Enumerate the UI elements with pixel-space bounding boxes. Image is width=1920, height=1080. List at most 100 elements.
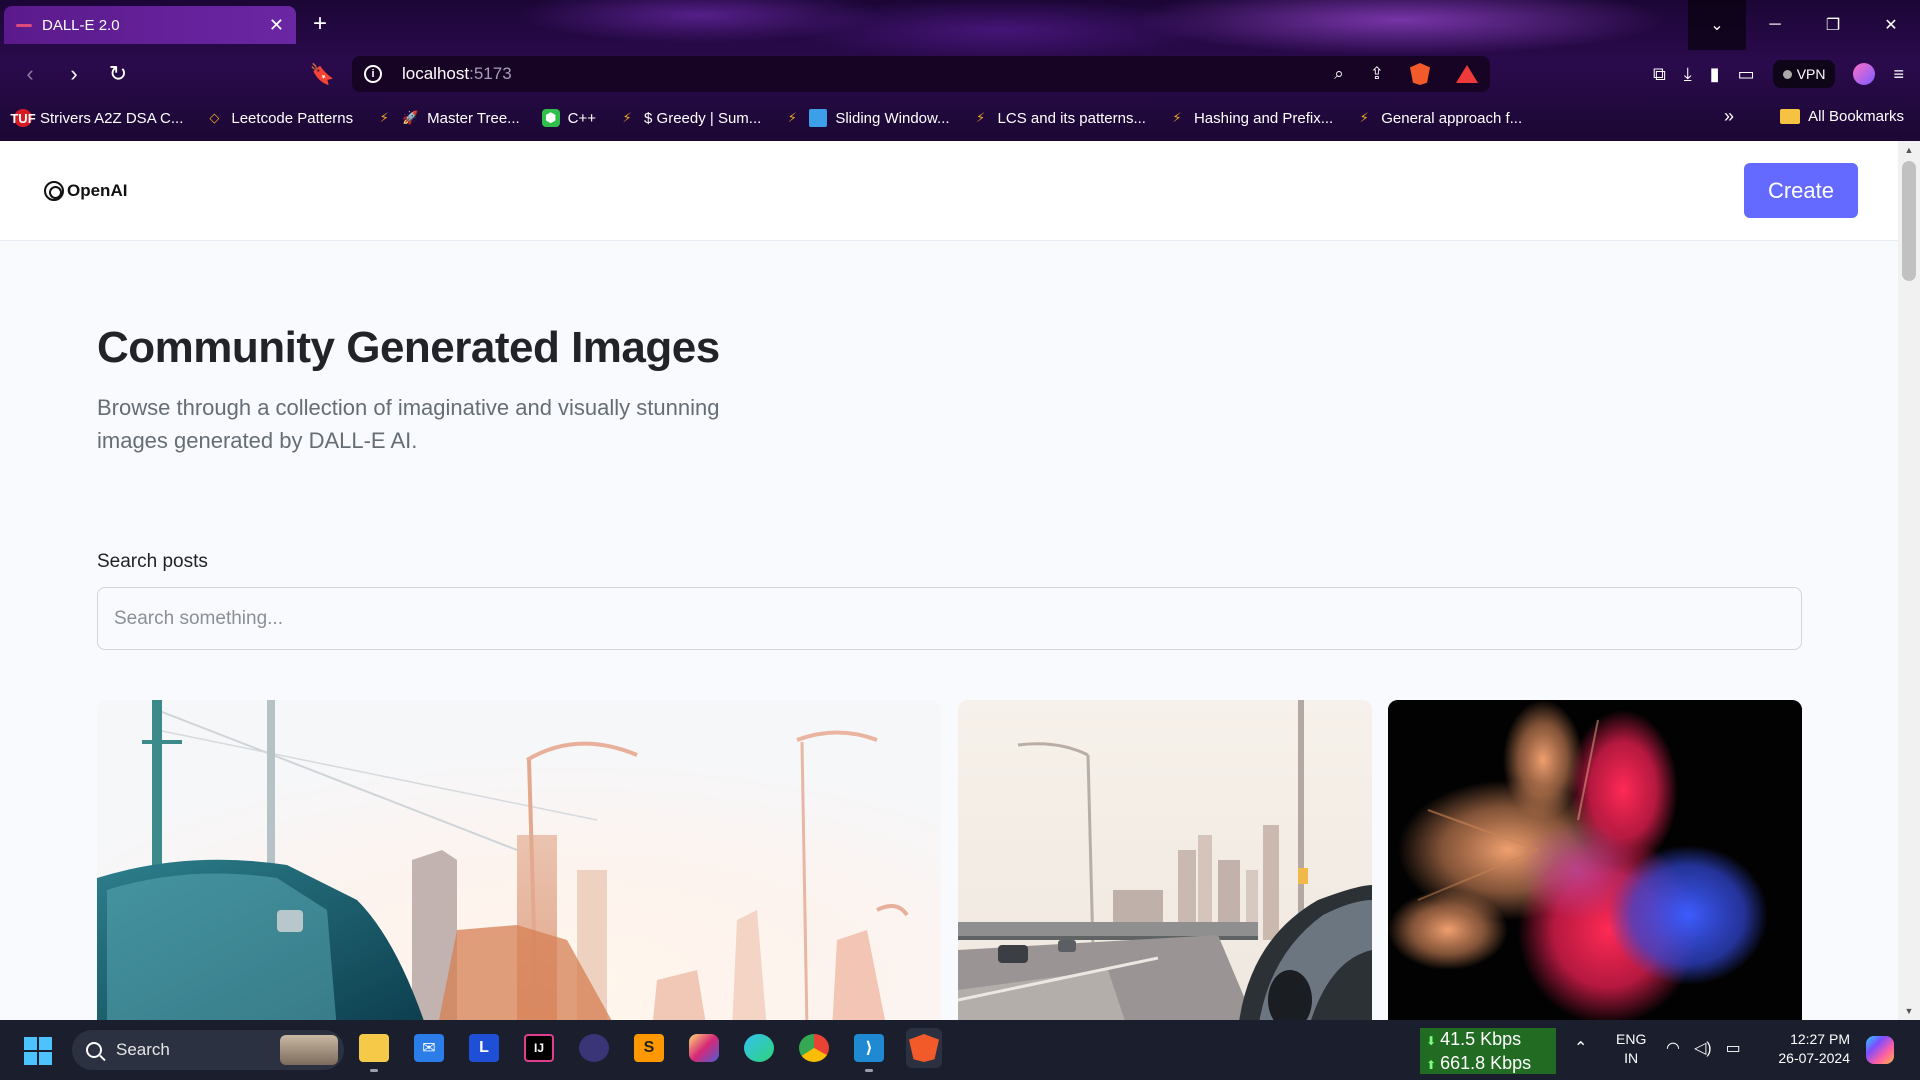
url-host: localhost [402,64,470,83]
mail-icon[interactable]: ✉ [411,1028,447,1068]
search-highlight-image [280,1035,338,1065]
chrome-icon[interactable] [796,1028,832,1068]
site-icon: ⚡ [622,110,632,125]
more-bookmarks-icon[interactable]: » [1724,106,1734,127]
reload-icon[interactable]: ↻ [96,56,140,92]
scroll-thumb[interactable] [1902,161,1916,281]
clock[interactable]: 12:27 PM 26-07-2024 [1766,1030,1850,1068]
page-subtitle: Browse through a collection of imaginati… [97,395,720,453]
folder-icon [1780,109,1801,124]
vpn-label: VPN [1796,66,1826,82]
back-icon[interactable]: ‹ [8,56,52,92]
site-icon: ⚡ [1359,110,1369,125]
window-icon [809,109,828,127]
menu-icon[interactable]: ≡ [1893,64,1904,85]
windows-start-icon[interactable] [24,1037,52,1065]
sublime-icon[interactable]: S [631,1028,667,1068]
brave-browser-icon[interactable] [906,1028,942,1068]
tuf-icon: TUF [10,109,36,127]
extensions-icon[interactable]: ⧉ [1653,64,1666,85]
bookmark-label: Hashing and Prefix... [1193,109,1334,127]
lang-bottom: IN [1624,1050,1639,1066]
all-bookmarks-button[interactable]: All Bookmarks [1780,108,1904,125]
edge-icon[interactable] [741,1028,777,1068]
tab-search-chevron-icon[interactable]: ⌄ [1688,0,1746,50]
address-bar[interactable]: i localhost:5173 ⌕ ⇪ [352,56,1490,92]
wallet-icon[interactable]: ▭ [1738,64,1755,85]
eclipse-icon[interactable] [576,1028,612,1068]
profile-avatar[interactable] [1853,63,1876,85]
downloads-icon[interactable]: ⤓ [1684,64,1692,85]
instagram-icon[interactable] [686,1028,722,1068]
forward-icon[interactable]: › [52,56,96,92]
search-icon [86,1042,102,1058]
browser-tab[interactable]: DALL-E 2.0 ✕ [4,6,296,44]
openai-logo[interactable]: OpenAI [44,180,128,201]
hidden-icons-chevron-icon[interactable]: ⌃ [1574,1038,1587,1058]
volume-icon: ◁) [1693,1040,1712,1057]
language-indicator[interactable]: ENG IN [1616,1030,1646,1068]
site-icon: ⚡ [787,110,797,125]
sidebar-icon[interactable]: ▮ [1710,64,1720,85]
vscode-icon[interactable]: ⟩ [851,1028,887,1072]
tab-close-icon[interactable]: ✕ [269,15,284,36]
new-tab-icon[interactable]: + [313,10,327,38]
net-up: 661.8 Kbps [1440,1053,1532,1073]
all-bookmarks-label: All Bookmarks [1808,108,1904,125]
bookmark-item[interactable]: ⚡ General approach f... [1355,109,1523,127]
search-input[interactable] [97,587,1802,650]
gallery-card[interactable] [97,700,941,1020]
scroll-down-icon[interactable]: ▼ [1898,1002,1920,1020]
battery-icon: ▭ [1725,1040,1741,1057]
copilot-icon[interactable] [1866,1036,1894,1064]
windows-taskbar: Search ✉ L IJ S ⟩ ⬇ 41.5 Kbps ⬆ 661.8 Kbps… [0,1020,1920,1080]
bookmark-item[interactable]: ⚡ 🚀 Master Tree... [375,109,520,127]
site-info-icon[interactable]: i [364,65,382,83]
system-tray[interactable]: ◠ ◁) ▭ [1666,1038,1741,1058]
page-scrollbar[interactable]: ▲ ▼ [1898,141,1920,1020]
generated-image [97,700,941,1020]
close-window-icon[interactable]: ✕ [1862,0,1920,50]
create-button[interactable]: Create [1744,163,1858,218]
url-port: :5173 [469,64,512,83]
bookmark-page-icon[interactable]: 🔖 [300,56,344,92]
bookmark-label: LCS and its patterns... [997,109,1146,127]
scroll-up-icon[interactable]: ▲ [1898,141,1920,159]
share-icon[interactable]: ⇪ [1370,64,1384,84]
openai-logo-icon [44,180,64,201]
bookmark-label: Master Tree... [427,109,520,127]
bookmark-label: Strivers A2Z DSA C... [40,109,184,127]
upload-arrow-icon: ⬆ [1426,1058,1437,1072]
bookmarks-bar: TUF Strivers A2Z DSA C... ◇ Leetcode Patte… [0,100,1920,136]
intellij-icon[interactable]: IJ [521,1028,557,1068]
navigation-bar: ‹ › ↻ 🔖 i localhost:5173 ⌕ ⇪ ⧉ ⤓ ▮ ▭ VPN… [0,52,1920,96]
brave-shields-icon[interactable] [1410,63,1430,85]
app-l-icon[interactable]: L [466,1028,502,1068]
generated-image [1388,700,1802,1020]
vpn-status-icon [1782,69,1792,79]
brave-rewards-icon[interactable] [1456,65,1478,83]
bookmark-item[interactable]: ⚡ Sliding Window... [783,109,950,127]
zoom-icon[interactable]: ⌕ [1334,64,1344,84]
clock-time: 12:27 PM [1790,1031,1850,1047]
logo-text: OpenAI [67,180,128,200]
restore-icon[interactable]: ❐ [1804,0,1862,50]
browser-chrome: DALL-E 2.0 ✕ + ⌄ ─ ❐ ✕ ‹ › ↻ 🔖 i localho… [0,0,1920,141]
bookmark-item[interactable]: ◇ Leetcode Patterns [205,109,353,127]
bookmark-label: General approach f... [1381,109,1523,127]
site-icon: ⚡ [379,110,389,125]
gallery-card[interactable] [1388,700,1802,1020]
gallery-card[interactable] [958,700,1372,1020]
bookmark-item[interactable]: ⚡ LCS and its patterns... [972,109,1146,127]
file-explorer-icon[interactable] [356,1028,392,1072]
bookmark-item[interactable]: TUF Strivers A2Z DSA C... [10,109,184,127]
bookmark-item[interactable]: ⚡ Hashing and Prefix... [1168,109,1333,127]
vpn-button[interactable]: VPN [1772,60,1836,88]
taskbar-search[interactable]: Search [72,1030,344,1070]
clock-date: 26-07-2024 [1778,1050,1850,1066]
bookmark-item[interactable]: ⬢ C++ [541,109,596,127]
toolbar-right: ⧉ ⤓ ▮ ▭ VPN ≡ [1653,56,1904,92]
bookmark-item[interactable]: ⚡ $ Greedy | Sum... [618,109,761,127]
rocket-icon: 🚀 [402,110,419,125]
minimize-icon[interactable]: ─ [1746,0,1804,50]
